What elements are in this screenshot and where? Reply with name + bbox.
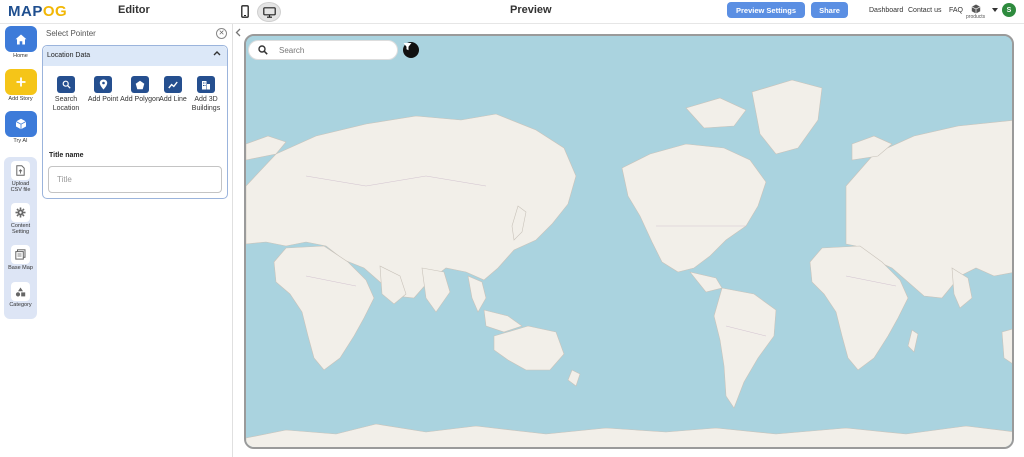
rail-label-category: Category <box>9 302 32 308</box>
location-data-header[interactable]: Location Data <box>43 46 227 66</box>
logo-text: MAP <box>8 3 43 20</box>
category-button[interactable] <box>11 282 30 301</box>
desktop-icon <box>262 6 276 18</box>
rail-try-ai[interactable]: Try AI <box>4 111 37 149</box>
faq-link[interactable]: FAQ <box>949 7 963 14</box>
map-search-bar[interactable] <box>248 40 398 60</box>
top-bar: MAPOG Editor Preview Preview Settings Sh… <box>0 0 1024 24</box>
layers-icon <box>15 249 26 260</box>
chevron-down-icon <box>992 8 998 12</box>
shapes-icon <box>15 287 26 296</box>
rail-label-base-map: Base Map <box>8 265 33 271</box>
mapog-logo[interactable]: MAPOG <box>8 3 67 20</box>
tool-label: Add 3D Buildings <box>191 96 221 112</box>
add-polygon-button[interactable] <box>131 76 149 93</box>
world-map[interactable] <box>246 36 1014 449</box>
base-map-button[interactable] <box>11 245 30 264</box>
cube-icon <box>971 4 981 14</box>
search-location-button[interactable] <box>57 76 75 93</box>
close-icon: ✕ <box>218 30 225 37</box>
search-icon <box>258 45 268 55</box>
filter-icon <box>403 43 412 51</box>
products-label: products <box>966 14 986 20</box>
rail-content-setting[interactable]: Content Setting <box>4 203 37 245</box>
chevron-left-icon <box>235 28 241 37</box>
chevron-up-icon[interactable] <box>213 49 221 58</box>
editor-title: Editor <box>118 4 150 16</box>
collapse-panel-button[interactable] <box>235 28 241 39</box>
filter-button[interactable] <box>403 42 419 58</box>
add-story-button[interactable] <box>4 69 37 95</box>
home-button[interactable] <box>4 26 37 52</box>
panel-divider <box>232 24 233 457</box>
rail-label-try-ai: Try AI <box>13 138 28 144</box>
tool-label: Add Line <box>159 96 187 103</box>
mobile-view-button[interactable] <box>238 2 252 20</box>
contact-us-link[interactable]: Contact us <box>908 7 941 14</box>
title-name-label: Title name <box>49 152 84 159</box>
tool-add-3d-buildings[interactable]: Add 3D Buildings <box>184 76 228 113</box>
cube-icon <box>15 118 26 130</box>
panel-header: Select Pointer ✕ <box>42 26 232 44</box>
location-tools: Search Location Add Point Add Polygon Ad… <box>43 76 229 118</box>
add-line-button[interactable] <box>164 76 182 93</box>
rail-base-map[interactable]: Base Map <box>4 245 37 282</box>
section-label: Location Data <box>47 52 91 59</box>
search-icon <box>62 80 71 89</box>
share-button[interactable]: Share <box>811 2 848 18</box>
building-icon <box>202 80 210 89</box>
content-setting-button[interactable] <box>11 203 30 222</box>
preview-title: Preview <box>510 4 552 16</box>
products-menu[interactable]: products <box>966 3 998 21</box>
rail-label-home: Home <box>13 53 28 59</box>
plus-icon <box>16 77 25 87</box>
rail-secondary-group: Upload CSV file Content Setting Base Map… <box>4 157 37 319</box>
line-icon <box>168 81 178 88</box>
preview-settings-button[interactable]: Preview Settings <box>727 2 805 18</box>
tool-rail: Home Add Story Try AI Upload CSV file Co… <box>4 26 37 319</box>
rail-upload-csv[interactable]: Upload CSV file <box>4 161 37 203</box>
desktop-view-button[interactable] <box>257 2 281 22</box>
gear-icon <box>15 207 26 218</box>
dashboard-link[interactable]: Dashboard <box>869 7 903 14</box>
add-3d-buildings-button[interactable] <box>197 76 215 93</box>
logo-accent-text: OG <box>42 3 68 20</box>
close-panel-button[interactable]: ✕ <box>216 28 227 39</box>
polygon-icon <box>135 80 145 89</box>
pin-icon <box>99 79 107 90</box>
user-avatar[interactable]: S <box>1002 3 1016 17</box>
rail-label-add-story: Add Story <box>8 96 33 102</box>
mobile-icon <box>241 4 249 18</box>
rail-label-content-setting: Content Setting <box>10 223 31 235</box>
map-search-input[interactable] <box>279 44 389 57</box>
try-ai-button[interactable] <box>4 111 37 137</box>
title-input[interactable] <box>48 166 222 193</box>
upload-csv-button[interactable] <box>11 161 30 180</box>
editor-panel: Select Pointer ✕ Location Data Search Lo… <box>42 26 232 199</box>
rail-category[interactable]: Category <box>4 282 37 315</box>
file-upload-icon <box>16 165 25 176</box>
tool-label: Add Point <box>87 96 119 103</box>
rail-add-story[interactable]: Add Story <box>4 69 37 109</box>
rail-label-upload-csv: Upload CSV file <box>10 181 31 193</box>
panel-title: Select Pointer <box>46 29 96 38</box>
location-data-card: Location Data Search Location Add Point <box>42 45 228 199</box>
map-view[interactable] <box>244 34 1014 449</box>
add-point-button[interactable] <box>94 76 112 93</box>
home-icon <box>15 34 26 44</box>
rail-home[interactable]: Home <box>4 26 37 64</box>
